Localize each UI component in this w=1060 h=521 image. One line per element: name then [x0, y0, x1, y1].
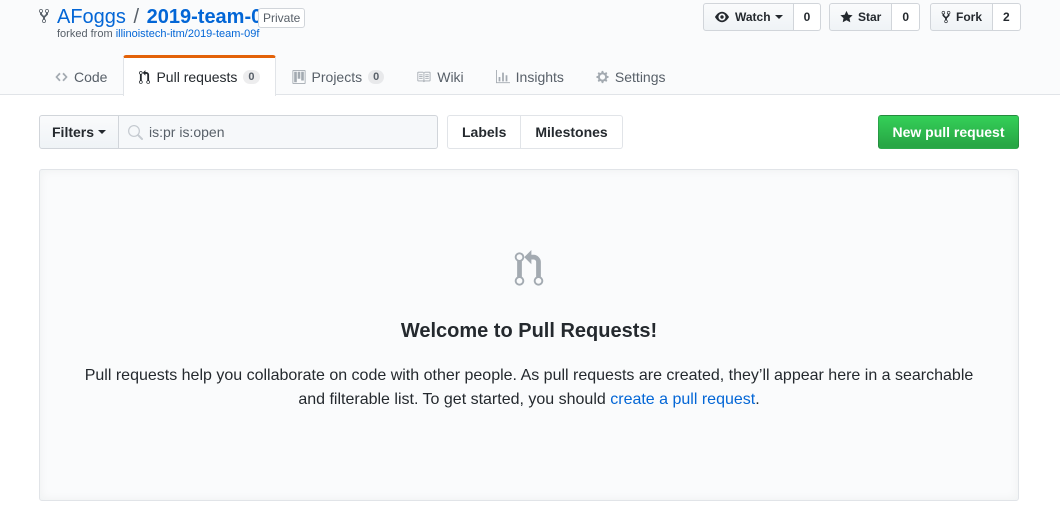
fork-button[interactable]: Fork: [930, 3, 994, 31]
create-pull-request-link[interactable]: create a pull request: [610, 391, 755, 408]
new-pull-request-button[interactable]: New pull request: [878, 115, 1019, 149]
blankslate-description: Pull requests help you collaborate on co…: [80, 364, 978, 412]
blankslate: Welcome to Pull Requests! Pull requests …: [39, 169, 1019, 501]
repo-forked-icon: [39, 8, 49, 24]
project-icon: [291, 70, 306, 84]
code-icon: [55, 72, 68, 82]
forked-from-label: forked from: [57, 28, 113, 40]
blankslate-period: .: [755, 391, 760, 408]
tab-code[interactable]: Code: [39, 55, 123, 96]
filters-bar: Filters: [39, 115, 439, 149]
book-icon: [417, 71, 431, 83]
repo-forked-icon: [941, 10, 951, 24]
search-icon: [128, 125, 144, 140]
filters-label: Filters: [52, 124, 95, 140]
gear-icon: [596, 70, 609, 84]
repo-nav: Code Pull requests 0 Projects 0 Wiki Ins…: [39, 55, 682, 96]
watch-group: Watch 0: [703, 3, 822, 31]
labels-button[interactable]: Labels: [447, 115, 522, 149]
search-box: [119, 115, 439, 149]
watch-button[interactable]: Watch: [703, 3, 794, 31]
watch-count[interactable]: 0: [793, 3, 822, 31]
tab-projects-label: Projects: [311, 69, 363, 85]
star-label: Star: [858, 10, 882, 24]
filters-button[interactable]: Filters: [39, 115, 120, 149]
star-icon: [840, 10, 853, 23]
watch-label: Watch: [735, 10, 771, 24]
tab-code-label: Code: [74, 69, 108, 85]
git-pull-request-icon: [139, 69, 151, 84]
fork-count[interactable]: 2: [993, 3, 1021, 31]
tab-settings-label: Settings: [614, 69, 666, 85]
tab-wiki[interactable]: Wiki: [400, 55, 479, 96]
repo-title-separator: /: [133, 6, 140, 28]
star-button[interactable]: Star: [829, 3, 893, 31]
private-badge: Private: [258, 8, 306, 28]
tab-pull-requests-label: Pull requests: [156, 69, 238, 85]
blankslate-text: Pull requests help you collaborate on co…: [84, 367, 974, 408]
projects-counter: 0: [368, 70, 385, 84]
tab-projects[interactable]: Projects 0: [276, 55, 401, 96]
chevron-down-icon: [98, 130, 107, 134]
tab-settings[interactable]: Settings: [580, 55, 682, 96]
tab-insights[interactable]: Insights: [480, 55, 580, 96]
forked-from: forked from illinoistech-itm/2019-team-0…: [57, 28, 259, 40]
tab-pull-requests[interactable]: Pull requests 0: [123, 55, 276, 96]
graph-icon: [495, 70, 510, 84]
git-pull-request-icon: [514, 250, 544, 286]
tab-insights-label: Insights: [515, 69, 564, 85]
search-input[interactable]: [149, 116, 430, 148]
chevron-down-icon: [774, 15, 783, 19]
tab-wiki-label: Wiki: [437, 69, 464, 85]
repo-owner-link[interactable]: AFoggs: [57, 6, 126, 28]
labels-milestones-group: Labels Milestones: [447, 115, 623, 149]
repo-title: AFoggs / 2019-team-09f: [57, 4, 280, 30]
blankslate-title: Welcome to Pull Requests!: [400, 320, 658, 342]
fork-group: Fork 2: [930, 3, 1021, 31]
fork-label: Fork: [956, 10, 983, 24]
star-count[interactable]: 0: [892, 3, 921, 31]
pull-requests-counter: 0: [243, 70, 260, 84]
forked-source-link[interactable]: illinoistech-itm/2019-team-09f: [116, 28, 260, 40]
repo-header: AFoggs / 2019-team-09f Private forked fr…: [0, 0, 1060, 96]
star-group: Star 0: [829, 3, 921, 31]
milestones-button[interactable]: Milestones: [521, 115, 623, 149]
eye-icon: [715, 11, 729, 23]
